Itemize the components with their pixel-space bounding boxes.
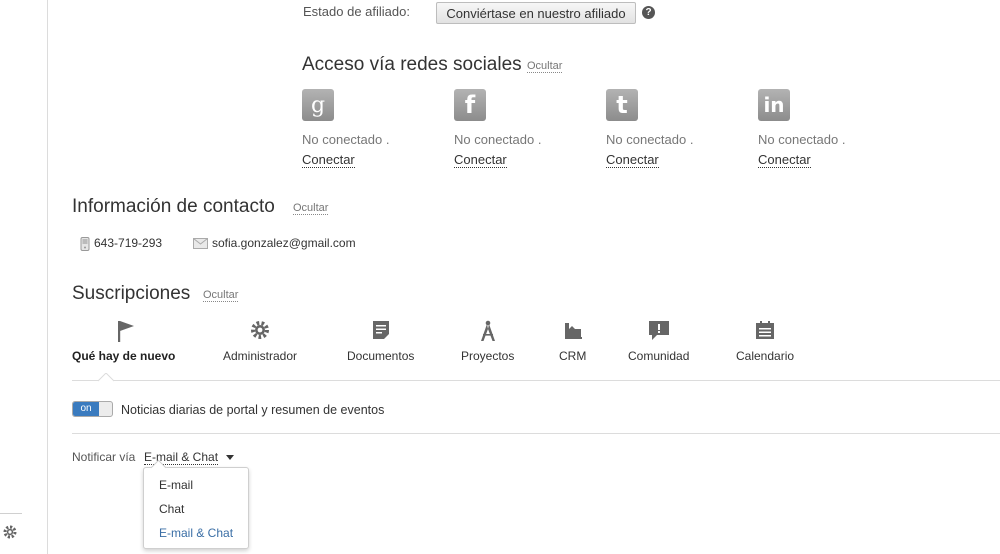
left-rail <box>0 0 48 554</box>
active-tab-pointer <box>98 373 114 382</box>
social-title: Acceso vía redes sociales <box>302 54 522 75</box>
tab-label: Proyectos <box>461 349 515 363</box>
google-icon: g <box>302 89 334 121</box>
tab-projects[interactable]: Proyectos <box>461 320 514 363</box>
calendar-icon <box>756 321 775 339</box>
become-affiliate-button[interactable]: Conviértase en nuestro afiliado <box>436 2 636 24</box>
social-provider-facebook: f No conectado . Conectar <box>454 89 594 169</box>
tab-administrator[interactable]: Administrador <box>223 320 297 363</box>
toggle-state: on <box>73 402 99 416</box>
social-hide-link[interactable]: Ocultar <box>527 60 563 73</box>
gear-icon[interactable] <box>2 524 18 540</box>
twitter-icon: t <box>606 89 638 121</box>
tab-label: Documentos <box>347 349 415 363</box>
speech-bubble-icon <box>648 321 669 340</box>
linkedin-status: No conectado . <box>758 132 846 147</box>
linkedin-connect-link[interactable]: Conectar <box>758 153 811 168</box>
phone-number: 643-719-293 <box>94 236 163 250</box>
section-divider <box>72 433 1000 434</box>
gear-icon <box>251 321 270 339</box>
caret-down-icon <box>226 455 235 461</box>
rail-divider <box>0 513 22 514</box>
notify-label: Notificar vía <box>72 450 136 464</box>
notify-dropdown: E-mail Chat E-mail & Chat <box>143 459 249 549</box>
google-status: No conectado . <box>302 132 390 147</box>
tab-community[interactable]: Comunidad <box>628 320 689 363</box>
tab-label: CRM <box>559 349 587 363</box>
crm-icon <box>564 323 582 339</box>
help-icon[interactable]: ? <box>642 6 655 19</box>
contact-hide-link[interactable]: Ocultar <box>293 202 329 215</box>
contact-phone: 643-719-293 <box>80 236 162 251</box>
tab-calendar[interactable]: Calendario <box>736 320 794 363</box>
facebook-connect-link[interactable]: Conectar <box>454 153 507 168</box>
notify-option-email-chat[interactable]: E-mail & Chat <box>159 526 233 540</box>
social-provider-google: g No conectado . Conectar <box>302 89 442 169</box>
facebook-status: No conectado . <box>454 132 542 147</box>
twitter-connect-link[interactable]: Conectar <box>606 153 659 168</box>
phone-icon <box>80 236 90 251</box>
affiliate-label: Estado de afiliado: <box>303 4 410 19</box>
daily-news-label: Noticias diarias de portal y resumen de … <box>121 403 385 417</box>
contact-title: Información de contacto <box>72 196 275 217</box>
email-icon <box>193 238 208 250</box>
daily-news-toggle[interactable]: on <box>72 401 113 417</box>
subscriptions-title: Suscripciones <box>72 283 191 304</box>
contact-email: sofia.gonzalez@gmail.com <box>193 236 356 250</box>
tab-strip-divider <box>72 380 1000 381</box>
notify-option-email[interactable]: E-mail <box>159 478 193 492</box>
google-connect-link[interactable]: Conectar <box>302 153 355 168</box>
social-provider-twitter: t No conectado . Conectar <box>606 89 746 169</box>
tab-crm[interactable]: CRM <box>559 320 586 363</box>
tab-whats-new[interactable]: Qué hay de nuevo <box>72 320 175 363</box>
tab-label: Calendario <box>736 349 795 363</box>
subscriptions-hide-link[interactable]: Ocultar <box>203 289 239 302</box>
tab-label: Comunidad <box>628 349 690 363</box>
document-icon <box>372 321 389 339</box>
linkedin-icon: in <box>758 89 790 121</box>
twitter-status: No conectado . <box>606 132 694 147</box>
facebook-icon: f <box>454 89 486 121</box>
compass-icon <box>480 320 495 341</box>
social-provider-linkedin: in No conectado . Conectar <box>758 89 898 169</box>
tab-label: Qué hay de nuevo <box>72 349 176 363</box>
email-address: sofia.gonzalez@gmail.com <box>212 236 356 250</box>
tab-label: Administrador <box>223 349 298 363</box>
tab-documents[interactable]: Documentos <box>347 320 414 363</box>
flag-icon <box>118 321 134 342</box>
notify-option-chat[interactable]: Chat <box>159 502 184 516</box>
